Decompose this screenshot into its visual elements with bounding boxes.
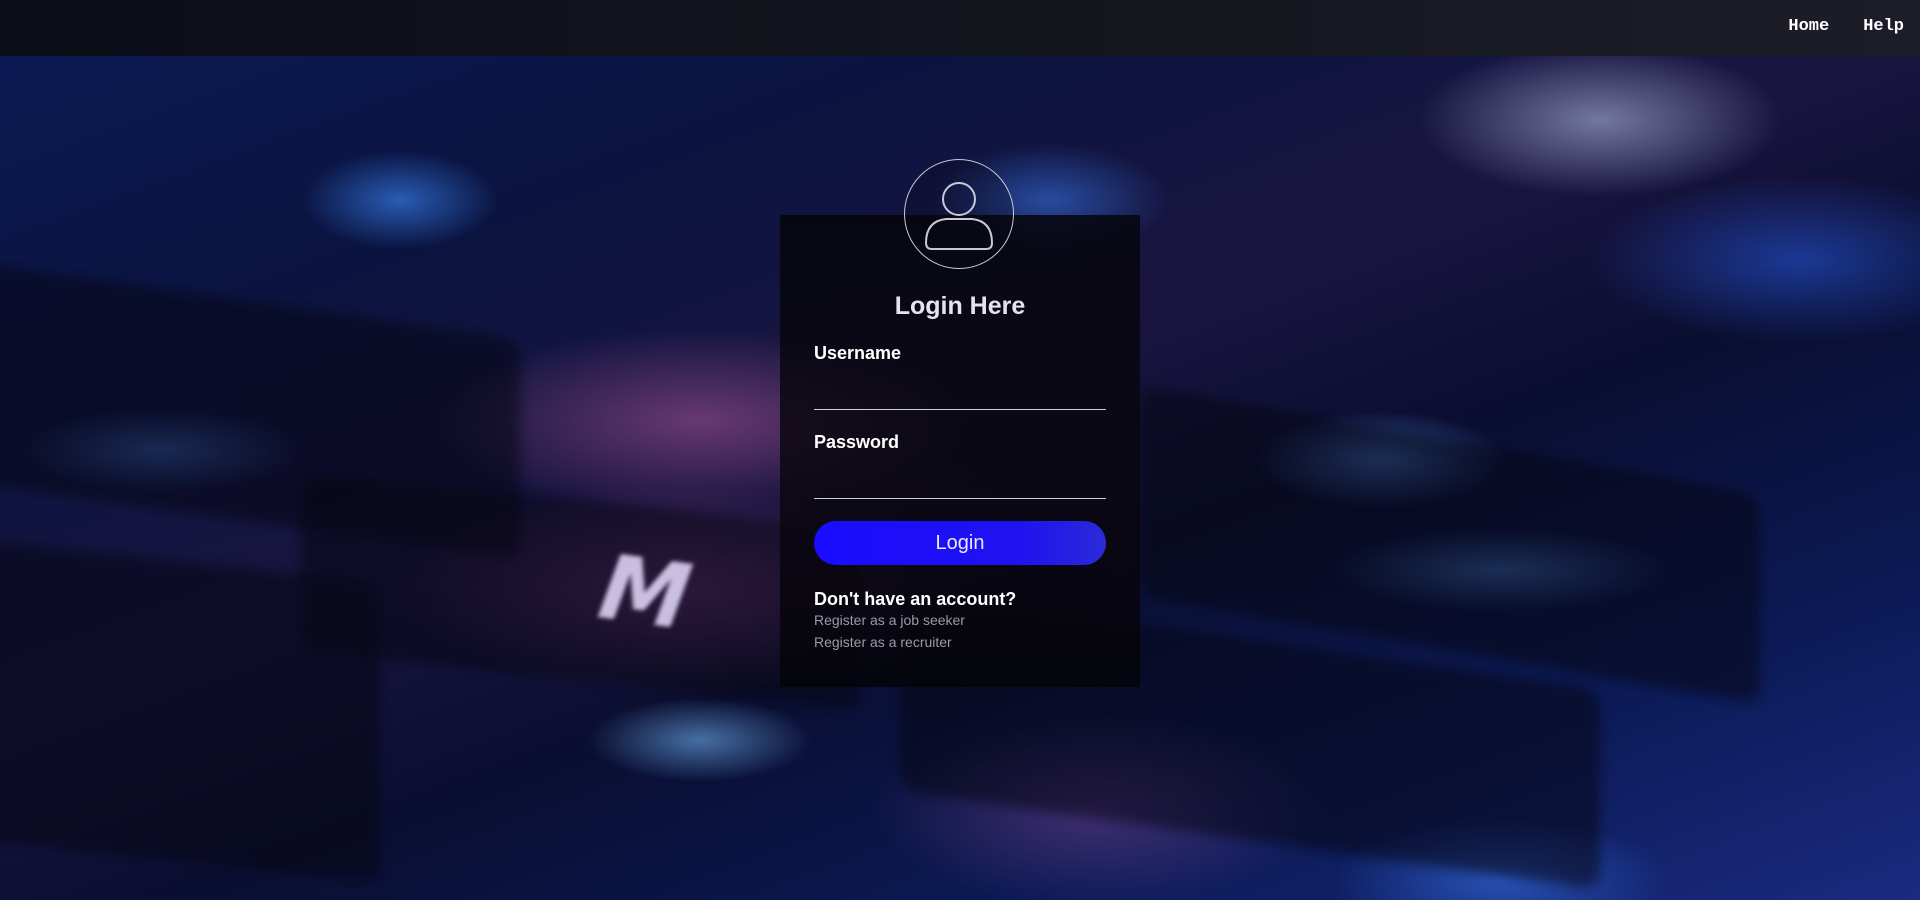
nav-help-link[interactable]: Help <box>1863 17 1904 36</box>
login-title: Login Here <box>894 292 1026 320</box>
password-input[interactable] <box>814 468 1106 499</box>
username-label: Username <box>814 343 902 363</box>
user-circle-icon <box>904 159 1014 269</box>
top-navigation-bar: Home Help <box>0 0 1920 56</box>
login-button[interactable]: Login <box>814 521 1106 565</box>
nav-links: Home Help <box>1788 17 1904 36</box>
register-job-seeker-link[interactable]: Register as a job seeker <box>814 612 965 628</box>
nav-home-link[interactable]: Home <box>1788 17 1829 36</box>
password-label: Password <box>814 432 900 452</box>
username-input[interactable] <box>814 379 1106 410</box>
no-account-heading: Don't have an account? <box>814 589 1017 609</box>
register-recruiter-link[interactable]: Register as a recruiter <box>814 634 952 650</box>
